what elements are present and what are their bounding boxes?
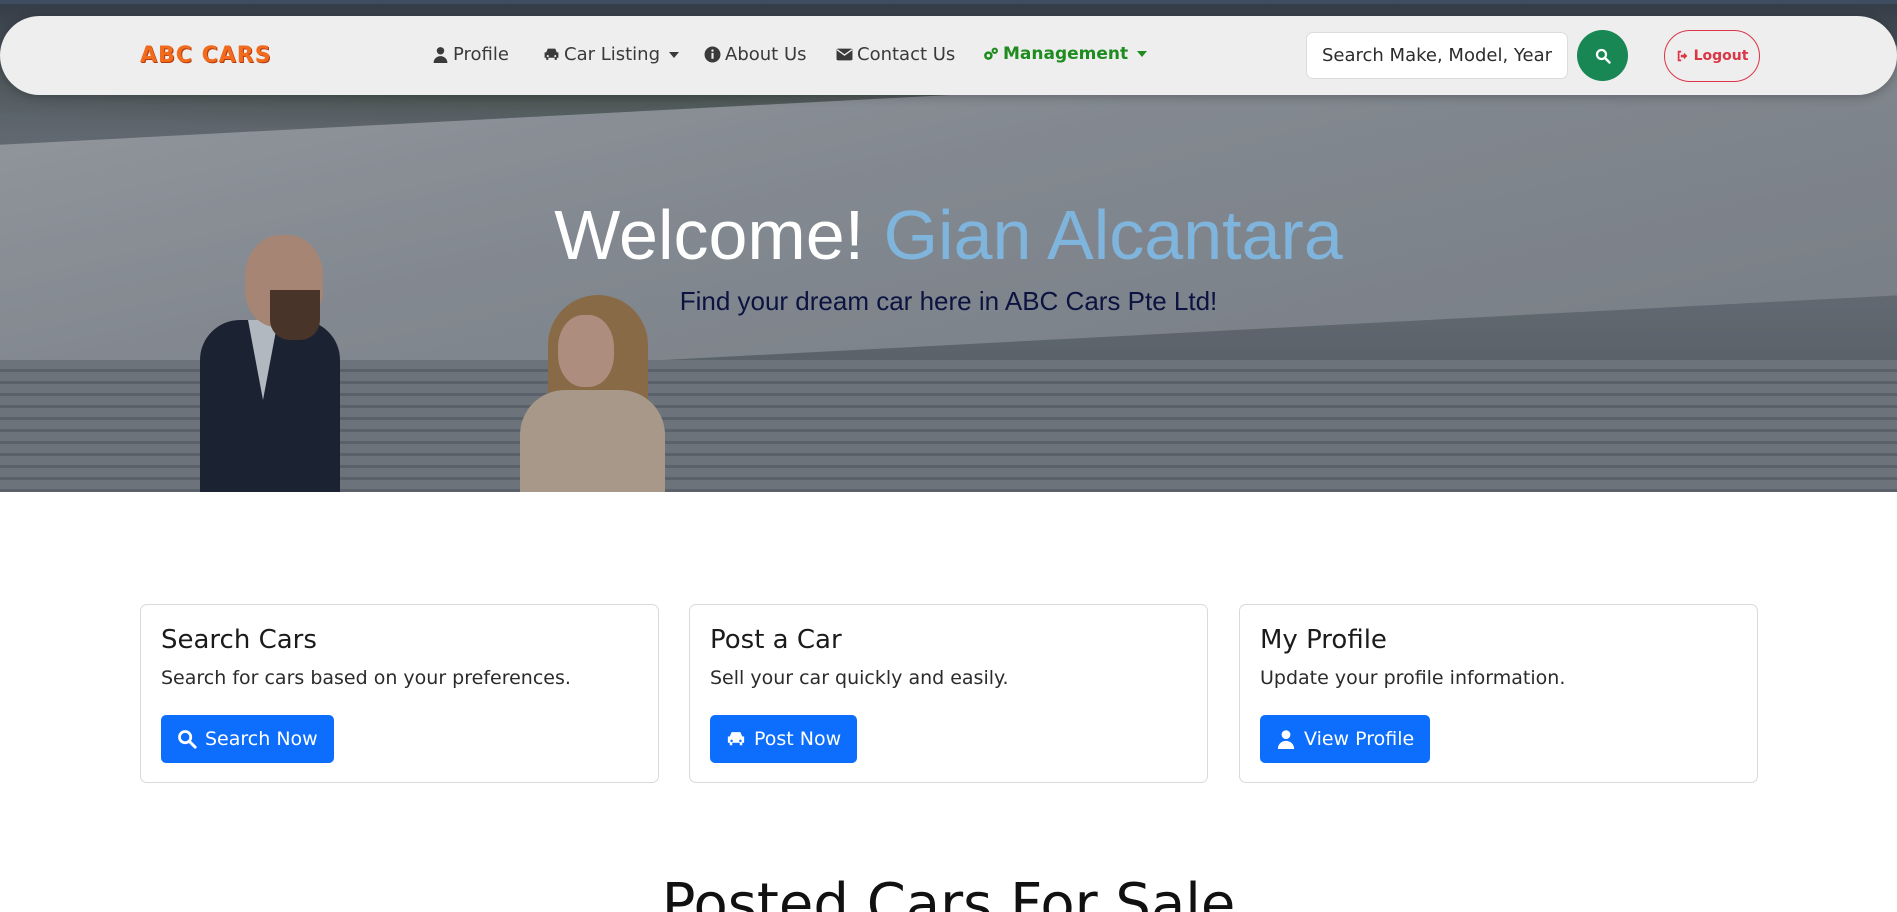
nav-management-label: Management: [1003, 44, 1129, 64]
welcome-heading: Welcome! Gian Alcantara: [0, 195, 1897, 275]
view-profile-button[interactable]: View Profile: [1260, 715, 1431, 763]
gears-icon: [984, 47, 998, 60]
nav-contact-us[interactable]: Contact Us: [836, 44, 955, 65]
card-post-car: Post a Car Sell your car quickly and eas…: [689, 604, 1208, 783]
view-profile-label: View Profile: [1304, 728, 1415, 750]
envelope-icon: [836, 48, 853, 61]
nav-car-listing[interactable]: Car Listing: [543, 44, 680, 65]
welcome-text: Welcome!: [554, 196, 865, 274]
section-heading-posted-cars: Posted Cars For Sale: [661, 872, 1236, 912]
nav-about-us-label: About Us: [725, 44, 807, 65]
card-text: Search for cars based on your preference…: [161, 667, 571, 689]
search-input[interactable]: [1306, 32, 1568, 79]
car-icon: [544, 48, 559, 60]
card-text: Sell your car quickly and easily.: [710, 667, 1009, 689]
card-my-profile: My Profile Update your profile informati…: [1239, 604, 1758, 783]
info-circle-icon: [704, 46, 721, 63]
nav-about-us[interactable]: About Us: [704, 44, 807, 65]
post-now-label: Post Now: [754, 728, 842, 750]
hero-tagline: Find your dream car here in ABC Cars Pte…: [679, 286, 1218, 316]
search-now-button[interactable]: Search Now: [161, 715, 334, 763]
user-icon: [433, 47, 448, 63]
user-icon: [1277, 730, 1295, 749]
sign-out-icon: [1677, 50, 1687, 62]
nav-contact-us-label: Contact Us: [857, 44, 956, 65]
card-text: Update your profile information.: [1260, 667, 1566, 689]
search-now-label: Search Now: [205, 728, 318, 750]
card-title: My Profile: [1260, 625, 1387, 655]
chevron-down-icon: [1137, 51, 1148, 57]
top-strip: [0, 0, 1897, 4]
post-now-button[interactable]: Post Now: [710, 715, 858, 763]
nav-profile-label: Profile: [453, 44, 509, 65]
search-icon: [1595, 48, 1611, 64]
search-icon: [178, 730, 197, 749]
search-button[interactable]: [1577, 30, 1628, 81]
brand-logo[interactable]: ABC CARS: [140, 43, 272, 68]
card-title: Post a Car: [710, 625, 842, 655]
logout-button[interactable]: Logout: [1664, 30, 1760, 82]
logout-label: Logout: [1693, 48, 1749, 64]
car-icon: [727, 732, 745, 746]
card-title: Search Cars: [161, 625, 317, 655]
nav-management[interactable]: Management: [982, 44, 1148, 64]
chevron-down-icon: [669, 51, 680, 58]
nav-profile[interactable]: Profile: [432, 44, 509, 65]
nav-car-listing-label: Car Listing: [564, 44, 661, 65]
welcome-user-name: Gian Alcantara: [883, 196, 1343, 274]
card-search-cars: Search Cars Search for cars based on you…: [140, 604, 659, 783]
